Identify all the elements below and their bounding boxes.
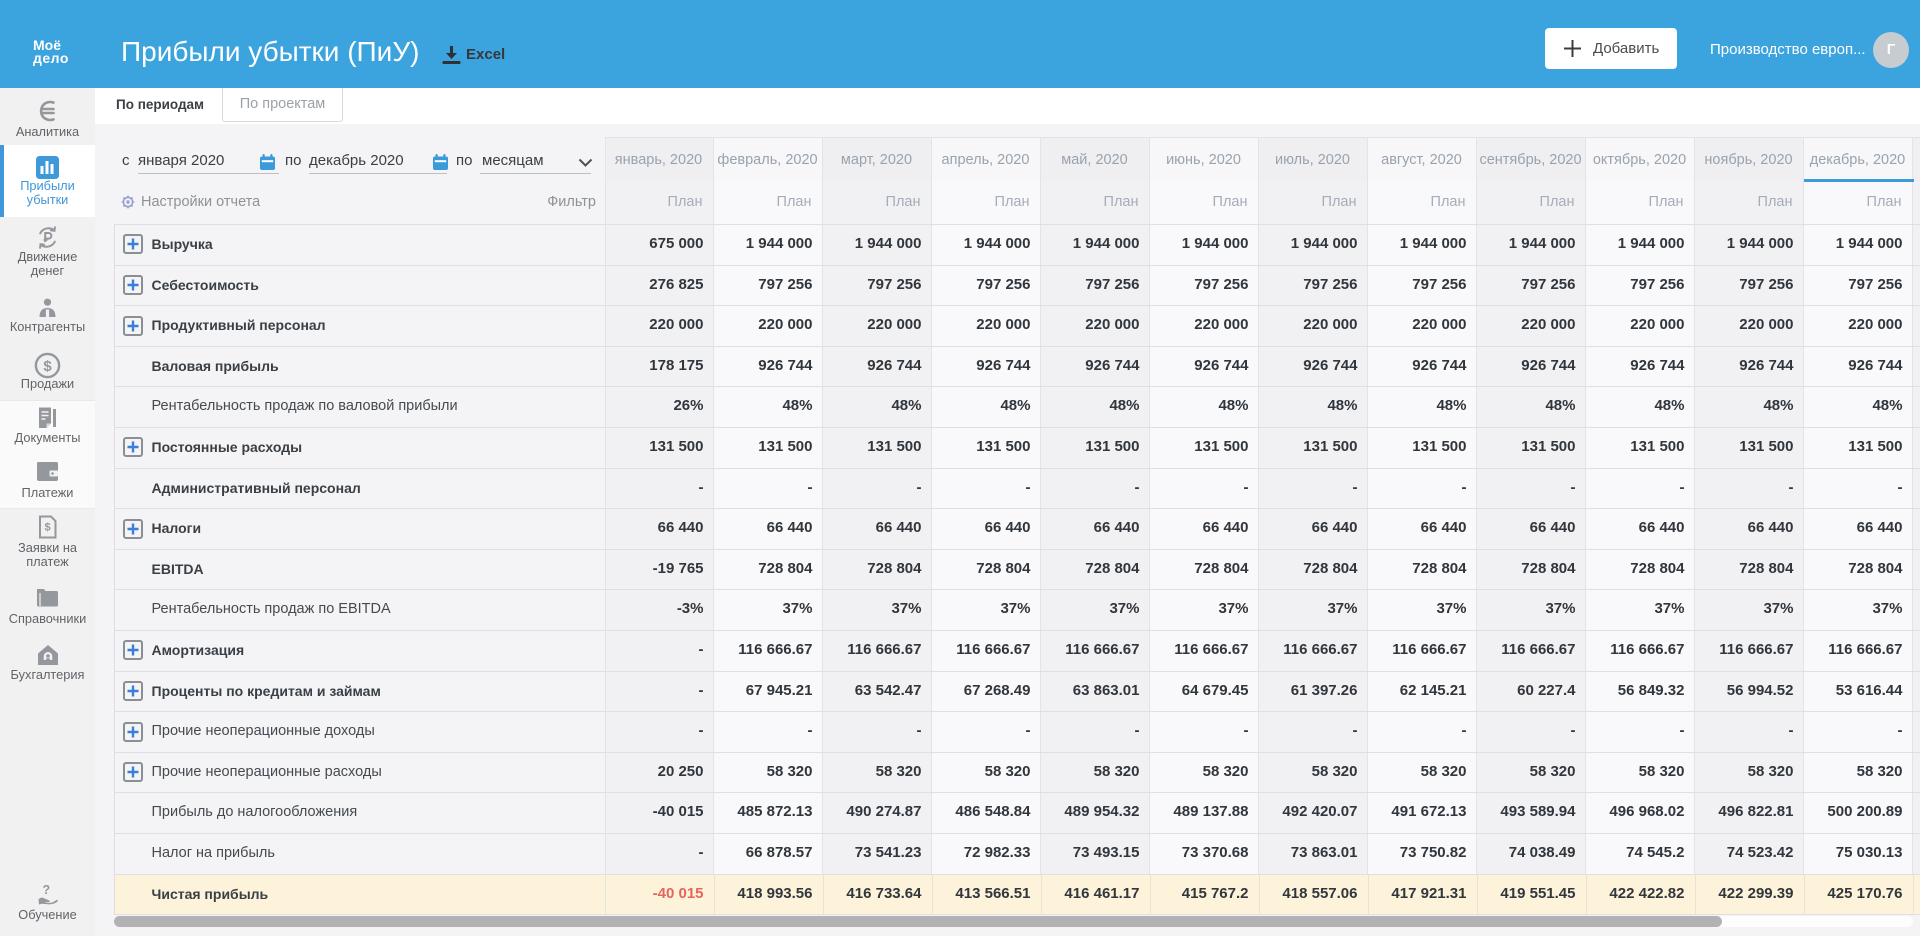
svg-text:?: ? bbox=[43, 883, 51, 897]
svg-text:$: $ bbox=[44, 522, 50, 534]
svg-text:$: $ bbox=[43, 357, 52, 374]
